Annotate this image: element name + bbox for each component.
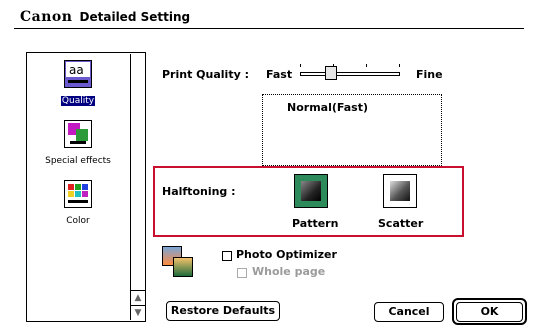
slider-thumb[interactable] <box>325 66 337 80</box>
sidebar-item-label-quality: Quality <box>60 96 96 106</box>
print-quality-min-label: Fast <box>266 68 293 81</box>
cancel-button[interactable]: Cancel <box>374 302 444 322</box>
sidebar-item-label-special-effects: Special effects <box>45 156 111 166</box>
scatter-icon <box>390 181 410 201</box>
sidebar-item-label-color: Color <box>66 216 90 226</box>
quality-description-box: Normal(Fast) <box>262 94 442 166</box>
photo-optimizer-label[interactable]: Photo Optimizer <box>236 248 337 261</box>
slider-tick <box>399 64 400 67</box>
quality-icon-graphic: aa <box>66 62 90 83</box>
svg-text:aa: aa <box>69 63 84 77</box>
restore-defaults-button[interactable]: Restore Defaults <box>166 301 280 321</box>
brand-logo: Canon <box>20 9 73 25</box>
whole-page-checkbox <box>237 268 247 278</box>
photo-icon-front <box>173 257 193 277</box>
scatter-option-button[interactable] <box>383 174 417 208</box>
category-list[interactable]: aa Quality Special effects Color ▲ ▼ <box>26 52 146 322</box>
sidebar-item-quality[interactable]: aa Quality <box>28 60 128 118</box>
color-icon-graphic <box>68 184 88 203</box>
ok-button-default-ring: OK <box>452 298 527 325</box>
slider-tick <box>366 64 367 67</box>
color-icon <box>64 180 92 208</box>
pattern-option-label: Pattern <box>292 217 339 230</box>
whole-page-label: Whole page <box>252 265 326 278</box>
print-quality-max-label: Fine <box>416 68 443 81</box>
ok-button[interactable]: OK <box>456 302 523 322</box>
scatter-option-label: Scatter <box>378 217 424 230</box>
slider-tick <box>300 64 301 67</box>
photo-optimizer-icon <box>162 246 193 277</box>
title-divider <box>14 28 524 29</box>
special-effects-icon-graphic <box>68 123 88 144</box>
scroll-up-arrow-icon[interactable]: ▲ <box>131 290 145 305</box>
special-effects-icon <box>64 120 92 148</box>
sidebar-item-color[interactable]: Color <box>28 180 128 238</box>
category-scrollbar[interactable]: ▲ ▼ <box>130 54 145 320</box>
quality-icon: aa <box>64 60 92 88</box>
scroll-down-arrow-icon[interactable]: ▼ <box>131 305 145 320</box>
dialog-title-bar: Canon Detailed Setting <box>20 6 191 25</box>
print-quality-slider[interactable] <box>300 64 400 84</box>
slider-track[interactable] <box>300 72 400 76</box>
sidebar-item-special-effects[interactable]: Special effects <box>28 120 128 178</box>
halftoning-label: Halftoning : <box>162 185 236 198</box>
photo-optimizer-checkbox[interactable] <box>222 251 232 261</box>
pattern-option-button[interactable] <box>294 174 328 208</box>
print-quality-label: Print Quality : <box>162 68 249 81</box>
dialog-title: Detailed Setting <box>79 10 191 24</box>
pattern-icon <box>301 181 321 201</box>
category-list-items: aa Quality Special effects Color <box>28 54 128 320</box>
quality-description-text: Normal(Fast) <box>287 101 368 114</box>
